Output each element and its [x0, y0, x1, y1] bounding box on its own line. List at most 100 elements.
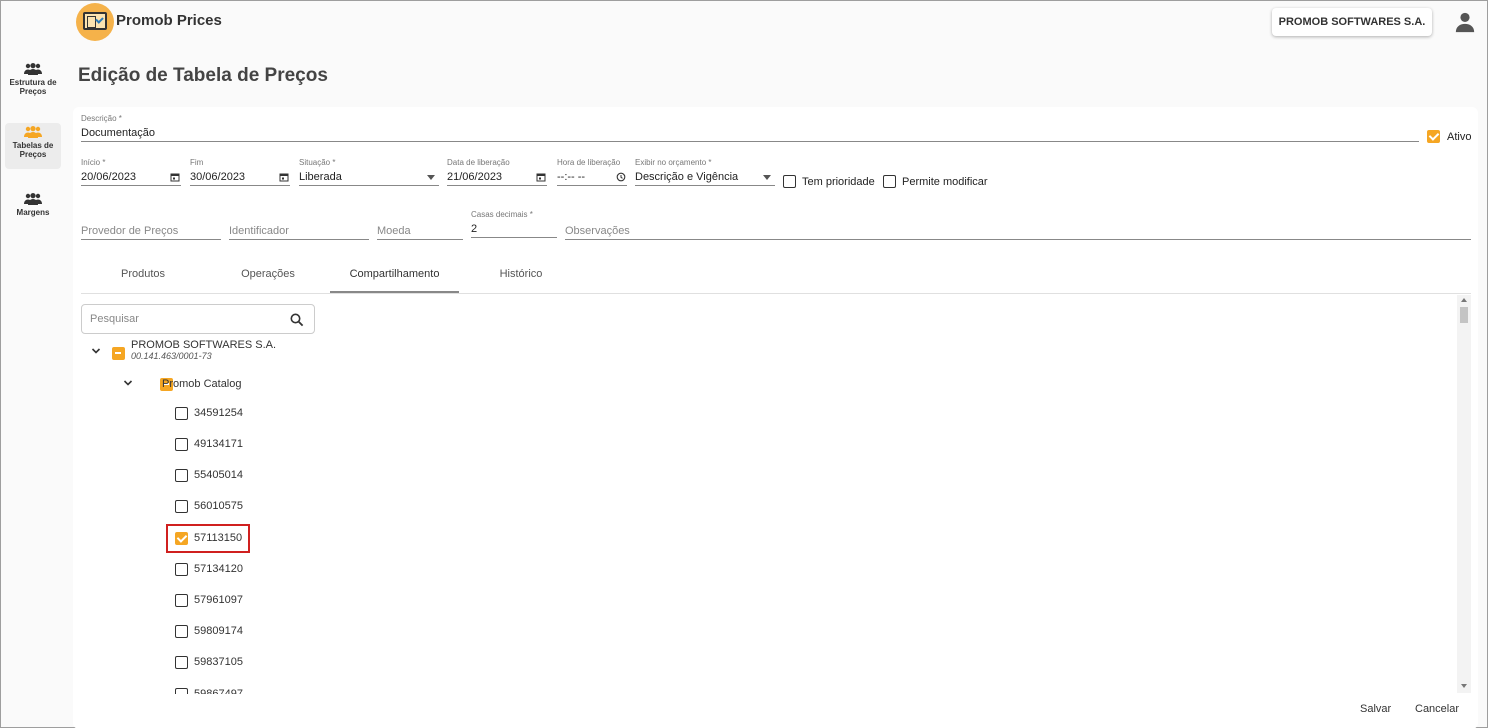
- inicio-input[interactable]: 20/06/2023: [81, 168, 181, 186]
- checkbox-unchecked-icon[interactable]: [783, 175, 796, 188]
- ativo-checkbox[interactable]: Ativo: [1427, 130, 1471, 143]
- fim-field[interactable]: Fim 30/06/2023: [190, 158, 290, 186]
- tab-historico[interactable]: Histórico: [471, 265, 571, 293]
- user-account-icon[interactable]: [1454, 11, 1476, 33]
- page-title: Edição de Tabela de Preços: [78, 65, 328, 86]
- calendar-icon[interactable]: [536, 172, 546, 182]
- checkbox-unchecked-icon[interactable]: [175, 468, 188, 482]
- scroll-up-icon[interactable]: [1461, 298, 1467, 302]
- descricao-input[interactable]: Documentação: [81, 124, 1419, 142]
- checkbox-unchecked-icon[interactable]: [175, 499, 188, 513]
- hora-liberacao-value: --:-- --: [557, 171, 586, 183]
- scrollbar[interactable]: [1457, 295, 1471, 693]
- checkbox-unchecked-icon[interactable]: [175, 593, 188, 607]
- tree-item-code: 56010575: [194, 500, 243, 512]
- people-icon: [24, 193, 42, 205]
- inicio-field[interactable]: Início * 20/06/2023: [81, 158, 181, 186]
- company-selector-button[interactable]: PROMOB SOFTWARES S.A.: [1272, 8, 1432, 36]
- clock-icon[interactable]: [616, 172, 626, 182]
- tree-company-name: PROMOB SOFTWARES S.A.: [131, 339, 277, 351]
- exibir-orcamento-value: Descrição e Vigência: [635, 171, 739, 183]
- observacoes-input[interactable]: Observações: [565, 222, 1471, 240]
- chevron-down-icon[interactable]: [123, 378, 133, 388]
- tab-produtos[interactable]: Produtos: [93, 265, 193, 293]
- search-box[interactable]: [81, 304, 315, 334]
- cancel-button[interactable]: Cancelar: [1415, 703, 1459, 715]
- tree-item[interactable]: 57961097: [175, 592, 243, 608]
- checkbox-unchecked-icon[interactable]: [175, 406, 188, 420]
- provedor-input[interactable]: Provedor de Preços: [81, 222, 221, 240]
- tab-compartilhamento[interactable]: Compartilhamento: [330, 265, 459, 293]
- tree-item-code: 57134120: [194, 563, 243, 575]
- tree-item[interactable]: 59809174: [175, 623, 243, 639]
- fim-input[interactable]: 30/06/2023: [190, 168, 290, 186]
- sidebar-item-label: Tabelas de Preços: [12, 141, 54, 159]
- checkbox-unchecked-icon[interactable]: [175, 437, 188, 451]
- tree-item-clipped: 59867497: [171, 687, 271, 694]
- casas-decimais-label: Casas decimais *: [471, 210, 533, 219]
- dropdown-arrow-icon[interactable]: [427, 175, 435, 180]
- descricao-field[interactable]: Descrição * Documentação: [81, 114, 1419, 142]
- checkbox-unchecked-icon[interactable]: [175, 687, 188, 694]
- data-liberacao-input[interactable]: 21/06/2023: [447, 168, 547, 186]
- dropdown-arrow-icon[interactable]: [763, 175, 771, 180]
- selection-highlight: [166, 524, 250, 553]
- checkbox-indeterminate-icon[interactable]: [112, 347, 125, 361]
- sidebar-item-tabelas-de-precos[interactable]: Tabelas de Preços: [5, 123, 61, 169]
- tree-item[interactable]: 34591254: [175, 405, 243, 421]
- moeda-input[interactable]: Moeda: [377, 222, 463, 240]
- hora-liberacao-field[interactable]: Hora de liberação --:-- --: [557, 158, 627, 186]
- app-logo[interactable]: [76, 3, 114, 41]
- ativo-label: Ativo: [1447, 130, 1472, 143]
- moeda-field[interactable]: Moeda: [377, 222, 463, 240]
- tree-item[interactable]: 55405014: [175, 467, 243, 483]
- permite-modificar-checkbox[interactable]: Permite modificar: [883, 175, 988, 188]
- tree-item[interactable]: 57134120: [175, 561, 243, 577]
- form-card: [73, 107, 1478, 728]
- situacao-field[interactable]: Situação * Liberada: [299, 158, 439, 186]
- hora-liberacao-input[interactable]: --:-- --: [557, 168, 627, 186]
- casas-decimais-field[interactable]: Casas decimais * 2: [471, 210, 557, 238]
- situacao-select[interactable]: Liberada: [299, 168, 439, 186]
- search-input[interactable]: [82, 305, 272, 333]
- identificador-input[interactable]: Identificador: [229, 222, 369, 240]
- casas-decimais-input[interactable]: 2: [471, 220, 557, 238]
- situacao-label: Situação *: [299, 158, 336, 167]
- tem-prioridade-checkbox[interactable]: Tem prioridade: [783, 175, 875, 188]
- sidebar-item-estrutura-de-precos[interactable]: Estrutura de Preços: [5, 63, 61, 105]
- app-title: Promob Prices: [116, 12, 222, 29]
- chevron-down-icon[interactable]: [91, 346, 101, 356]
- price-tag-icon: [83, 12, 107, 30]
- tree-item[interactable]: 59867497: [175, 687, 243, 694]
- data-liberacao-label: Data de liberação: [447, 158, 510, 167]
- tree-item[interactable]: 56010575: [175, 498, 243, 514]
- tree-item[interactable]: 49134171: [175, 436, 243, 452]
- sidebar-item-label: Estrutura de Preços: [9, 78, 57, 96]
- tree-company-cnpj: 00.141.463/0001-73: [131, 351, 212, 361]
- provedor-field[interactable]: Provedor de Preços: [81, 222, 221, 240]
- checkbox-unchecked-icon[interactable]: [175, 562, 188, 576]
- tab-operacoes[interactable]: Operações: [218, 265, 318, 293]
- calendar-icon[interactable]: [170, 172, 180, 182]
- tree-item-code: 49134171: [194, 438, 243, 450]
- checkbox-unchecked-icon[interactable]: [175, 624, 188, 638]
- checkbox-unchecked-icon[interactable]: [175, 655, 188, 669]
- scroll-down-icon[interactable]: [1461, 684, 1467, 688]
- data-liberacao-field[interactable]: Data de liberação 21/06/2023: [447, 158, 547, 186]
- fim-value: 30/06/2023: [190, 171, 246, 183]
- checkbox-unchecked-icon[interactable]: [883, 175, 896, 188]
- scrollbar-thumb[interactable]: [1460, 307, 1468, 323]
- calendar-icon[interactable]: [279, 172, 289, 182]
- tree-item-code: 59809174: [194, 625, 243, 637]
- search-icon[interactable]: [290, 313, 304, 327]
- sidebar-item-margens[interactable]: Margens: [5, 193, 61, 223]
- identificador-field[interactable]: Identificador: [229, 222, 369, 240]
- save-button[interactable]: Salvar: [1360, 703, 1391, 715]
- exibir-orcamento-select[interactable]: Descrição e Vigência: [635, 168, 775, 186]
- tree-item[interactable]: 59837105: [175, 654, 243, 670]
- checkbox-checked-icon[interactable]: [1427, 130, 1440, 143]
- tem-prioridade-label: Tem prioridade: [802, 175, 875, 188]
- people-icon: [24, 126, 42, 138]
- observacoes-field[interactable]: Observações: [565, 222, 1471, 240]
- exibir-orcamento-field[interactable]: Exibir no orçamento * Descrição e Vigênc…: [635, 158, 775, 186]
